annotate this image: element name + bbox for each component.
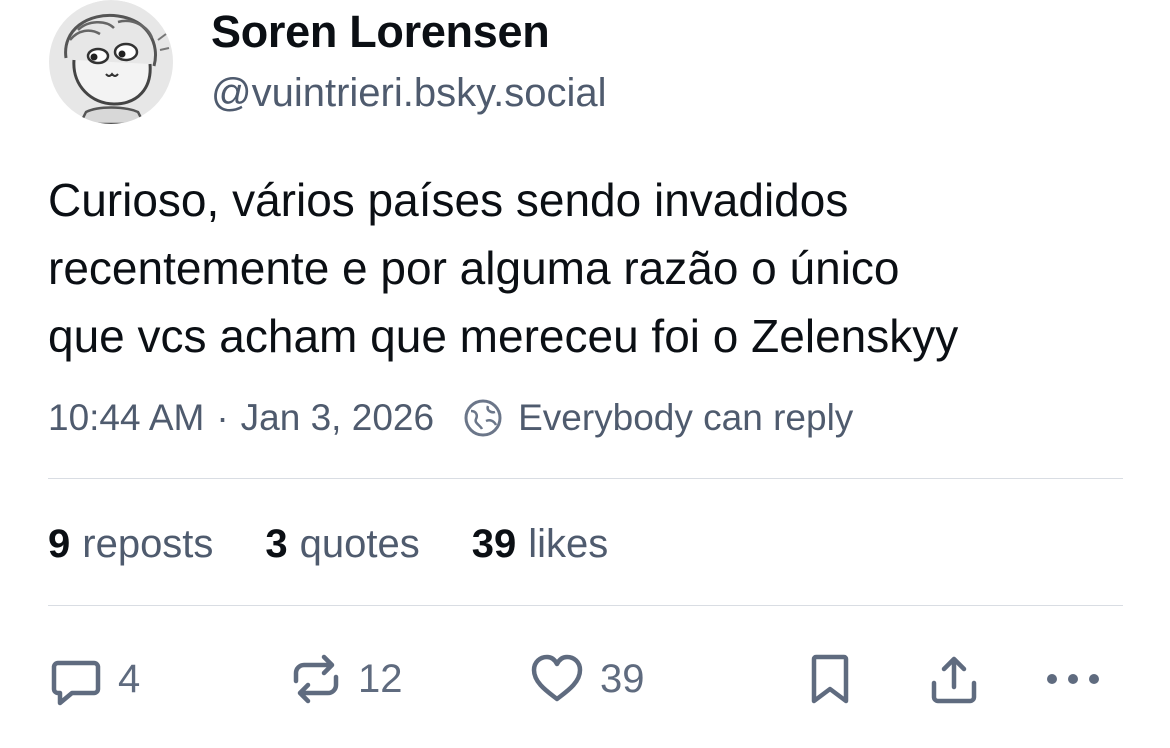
globe-icon [462, 397, 504, 439]
post-text: Curioso, vários países sendo invadidos r… [48, 174, 959, 362]
post-meta: 10:44 AM · Jan 3, 2026 Everybody can rep… [48, 394, 853, 442]
reposts-stat[interactable]: 9 reposts [48, 522, 213, 567]
bookmark-icon [811, 654, 849, 704]
reply-icon [51, 660, 101, 706]
more-options-button[interactable] [1044, 646, 1102, 712]
quotes-count: 3 [265, 521, 288, 566]
bookmark-button[interactable] [806, 646, 854, 712]
likes-stat[interactable]: 39 likes [472, 522, 609, 567]
like-button[interactable]: 39 [528, 646, 645, 712]
share-button[interactable] [926, 646, 982, 712]
repost-button[interactable]: 12 [288, 646, 403, 712]
avatar[interactable] [48, 0, 174, 124]
reply-count: 4 [118, 656, 141, 701]
quotes-label: quotes [299, 521, 420, 566]
repost-icon [293, 654, 339, 704]
quotes-stat[interactable]: 3 quotes [265, 522, 419, 567]
like-icon [531, 654, 583, 702]
repost-count: 12 [358, 656, 403, 701]
share-icon [931, 656, 977, 704]
divider [48, 478, 1123, 479]
post-stats: 9 reposts 3 quotes 39 likes [48, 518, 660, 570]
reposts-label: reposts [82, 521, 214, 566]
post-time: 10:44 AM [48, 397, 205, 438]
post-date: Jan 3, 2026 [240, 397, 435, 438]
more-icon [1047, 674, 1099, 684]
likes-label: likes [528, 521, 609, 566]
divider [48, 605, 1123, 606]
meta-separator: · [216, 397, 229, 438]
reply-button[interactable]: 4 [48, 646, 140, 712]
like-count: 39 [600, 656, 645, 701]
reposts-count: 9 [48, 521, 71, 566]
post-actions: 4 12 39 [0, 646, 1170, 712]
cartoon-face-avatar-icon [49, 0, 173, 124]
author-handle[interactable]: @vuintrieri.bsky.social [211, 71, 607, 116]
author-display-name[interactable]: Soren Lorensen [211, 6, 550, 58]
reply-setting[interactable]: Everybody can reply [518, 397, 853, 439]
likes-count: 39 [471, 521, 517, 566]
